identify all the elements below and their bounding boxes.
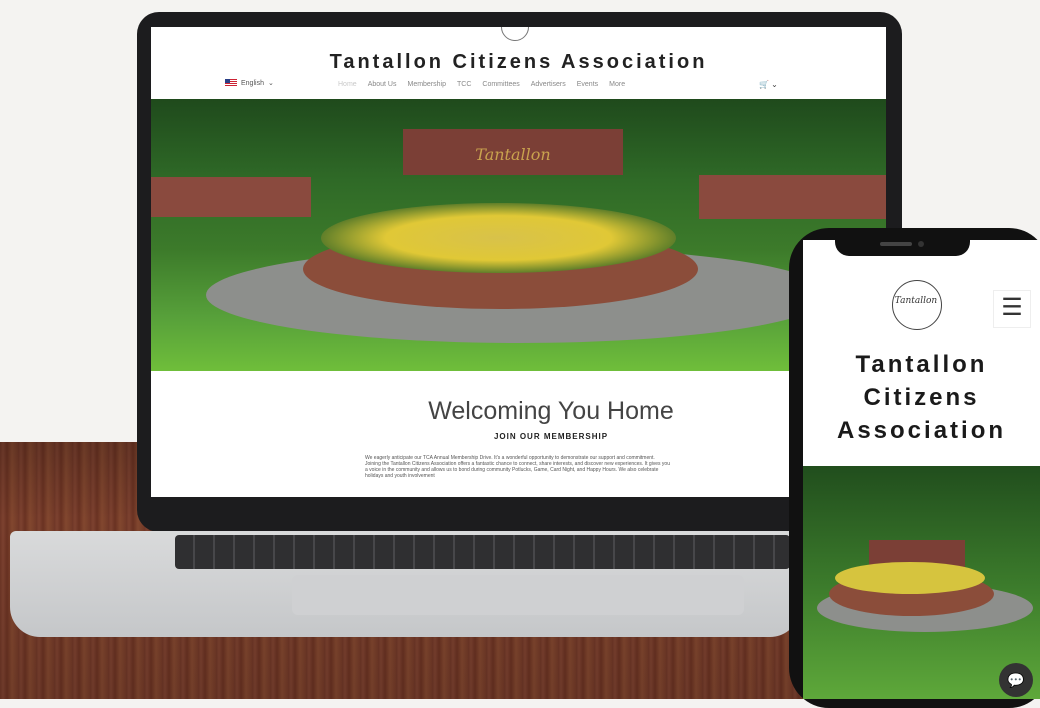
trackpad xyxy=(292,575,744,615)
nav-tcc[interactable]: TCC xyxy=(457,81,471,88)
nav-advertisers[interactable]: Advertisers xyxy=(531,81,566,88)
phone-title-line-1: Tantallon xyxy=(855,351,988,378)
flower-bed xyxy=(321,203,676,273)
phone-speaker xyxy=(880,242,912,246)
nav-committees[interactable]: Committees xyxy=(482,81,519,88)
phone-title-line-3: Association xyxy=(836,417,1007,444)
site-title: Tantallon Citizens Association xyxy=(329,51,708,73)
us-flag-icon xyxy=(225,79,237,87)
phone-title: Tantallon Citizens Association xyxy=(803,348,1040,447)
nav-home[interactable]: Home xyxy=(338,81,357,88)
entrance-sign-text: Tantallon xyxy=(475,145,551,164)
cart-icon[interactable]: 🛒 ⌄ xyxy=(759,80,778,89)
welcome-section: Welcoming You Home JOIN OUR MEMBERSHIP W… xyxy=(151,371,886,497)
welcome-heading: Welcoming You Home xyxy=(428,397,674,425)
language-selector[interactable]: English ⌄ xyxy=(225,79,274,87)
site-logo[interactable] xyxy=(501,27,529,41)
join-membership-link[interactable]: JOIN OUR MEMBERSHIP xyxy=(351,432,751,441)
phone-hero-image xyxy=(803,466,1040,699)
nav-more[interactable]: More xyxy=(609,81,625,88)
main-nav: Home About Us Membership TCC Committees … xyxy=(338,81,625,88)
site-header: Tantallon Citizens Association English ⌄… xyxy=(151,27,886,99)
laptop-screen: Tantallon Citizens Association English ⌄… xyxy=(151,27,886,497)
nav-membership[interactable]: Membership xyxy=(407,81,446,88)
brick-wall-left xyxy=(151,177,311,217)
keyboard xyxy=(175,535,790,569)
phone-logo-text: Tantallon xyxy=(894,296,938,306)
hamburger-icon[interactable]: ☰ xyxy=(993,290,1031,328)
chevron-down-icon: ⌄ xyxy=(267,80,274,87)
language-label: English xyxy=(241,79,264,87)
nav-about-us[interactable]: About Us xyxy=(368,81,397,88)
phone-flower-bed xyxy=(835,562,985,594)
phone-title-line-2: Citizens xyxy=(863,384,980,411)
brick-wall-right xyxy=(699,175,886,219)
phone-camera xyxy=(918,241,924,247)
nav-events[interactable]: Events xyxy=(577,81,598,88)
welcome-paragraph: We eagerly anticipate our TCA Annual Mem… xyxy=(365,455,670,479)
chat-icon[interactable]: 💬 xyxy=(999,663,1033,697)
hero-image: Tantallon xyxy=(151,99,886,371)
